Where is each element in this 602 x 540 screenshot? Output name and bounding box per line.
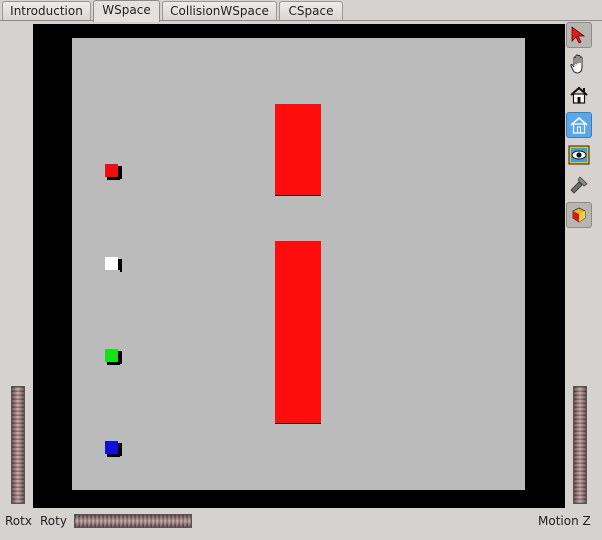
tab-introduction[interactable]: Introduction (2, 1, 91, 20)
projection-icon[interactable] (566, 202, 592, 228)
home-icon[interactable] (566, 82, 592, 108)
select-arrow-icon[interactable] (566, 22, 592, 48)
hand-icon[interactable] (566, 52, 592, 78)
motion-z-label: Motion Z (538, 514, 591, 528)
roty-label: Roty (40, 514, 67, 528)
lower-obstacle (275, 241, 321, 423)
green-robot[interactable] (105, 349, 122, 365)
roty-wheel[interactable] (74, 514, 192, 528)
white-robot[interactable] (105, 257, 122, 273)
upper-obstacle (275, 104, 321, 195)
rotx-wheel[interactable] (11, 386, 25, 504)
tab-wspace[interactable]: WSpace (93, 0, 160, 22)
blue-robot[interactable] (105, 441, 122, 457)
seek-flashlight-icon[interactable] (566, 172, 592, 198)
tab-bar: Introduction WSpace CollisionWSpace CSpa… (0, 0, 602, 22)
view-all-icon[interactable] (566, 142, 592, 168)
red-robot[interactable] (105, 164, 122, 180)
tab-collisionwspace[interactable]: CollisionWSpace (162, 1, 277, 20)
application-window: Introduction WSpace CollisionWSpace CSpa… (0, 0, 602, 540)
set-home-icon[interactable] (566, 112, 592, 138)
motion-z-wheel[interactable] (573, 386, 587, 504)
tab-cspace[interactable]: CSpace (279, 1, 343, 20)
workspace-floor (72, 38, 525, 490)
rotx-label: Rotx (5, 514, 32, 528)
